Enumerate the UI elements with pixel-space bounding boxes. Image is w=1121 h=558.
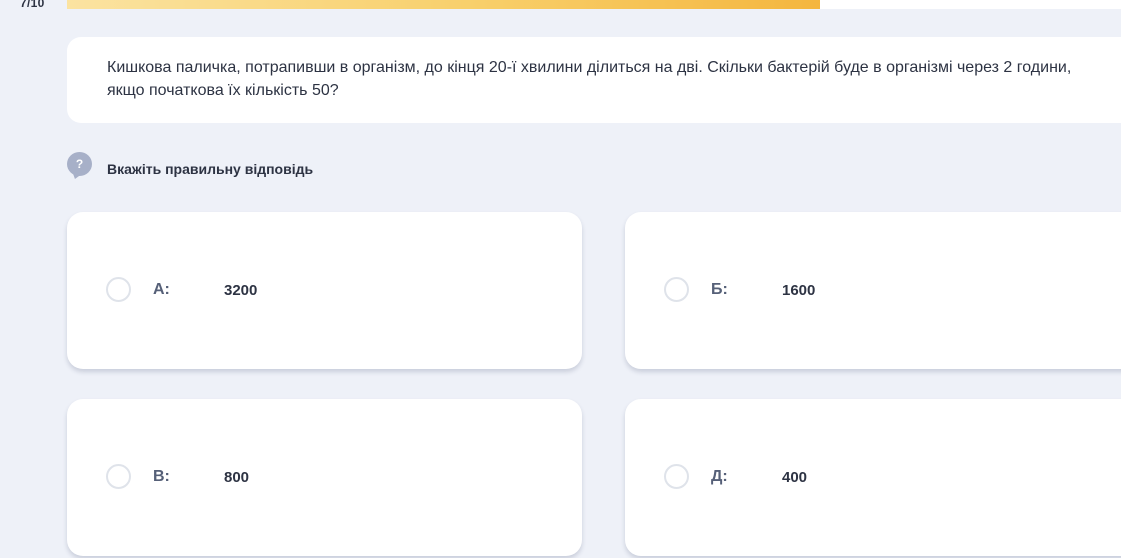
- option-letter-b: Б:: [711, 281, 728, 298]
- option-value-c: 800: [224, 469, 250, 486]
- option-value-d: 400: [782, 469, 808, 486]
- option-value-b: 1600: [782, 282, 816, 299]
- question-card: Кишкова паличка, потрапивши в організм, …: [67, 37, 1121, 123]
- progress-fill: [67, 0, 820, 9]
- answer-option-b[interactable]: Б: 1600: [625, 212, 1121, 369]
- question-counter: 7/10: [20, 0, 45, 10]
- radio-button-d[interactable]: [664, 464, 689, 489]
- radio-button-c[interactable]: [106, 464, 131, 489]
- instruction: ? Вкажіть правильну відповідь: [67, 151, 313, 177]
- option-letter-d: Д:: [711, 468, 728, 485]
- answer-option-a[interactable]: А: 3200: [67, 212, 582, 369]
- progress-track: [67, 0, 1121, 9]
- question-icon: ?: [67, 152, 92, 176]
- radio-button-b[interactable]: [664, 277, 689, 302]
- option-value-a: 3200: [224, 282, 258, 299]
- option-letter-a: А:: [153, 281, 170, 298]
- progress-bar: 7/10: [0, 0, 1121, 14]
- question-text: Кишкова паличка, потрапивши в організм, …: [107, 59, 1072, 99]
- answer-option-c[interactable]: В: 800: [67, 399, 582, 556]
- radio-button-a[interactable]: [106, 277, 131, 302]
- option-letter-c: В:: [153, 468, 170, 485]
- answer-option-d[interactable]: Д: 400: [625, 399, 1121, 556]
- instruction-text: Вкажіть правильну відповідь: [107, 161, 314, 177]
